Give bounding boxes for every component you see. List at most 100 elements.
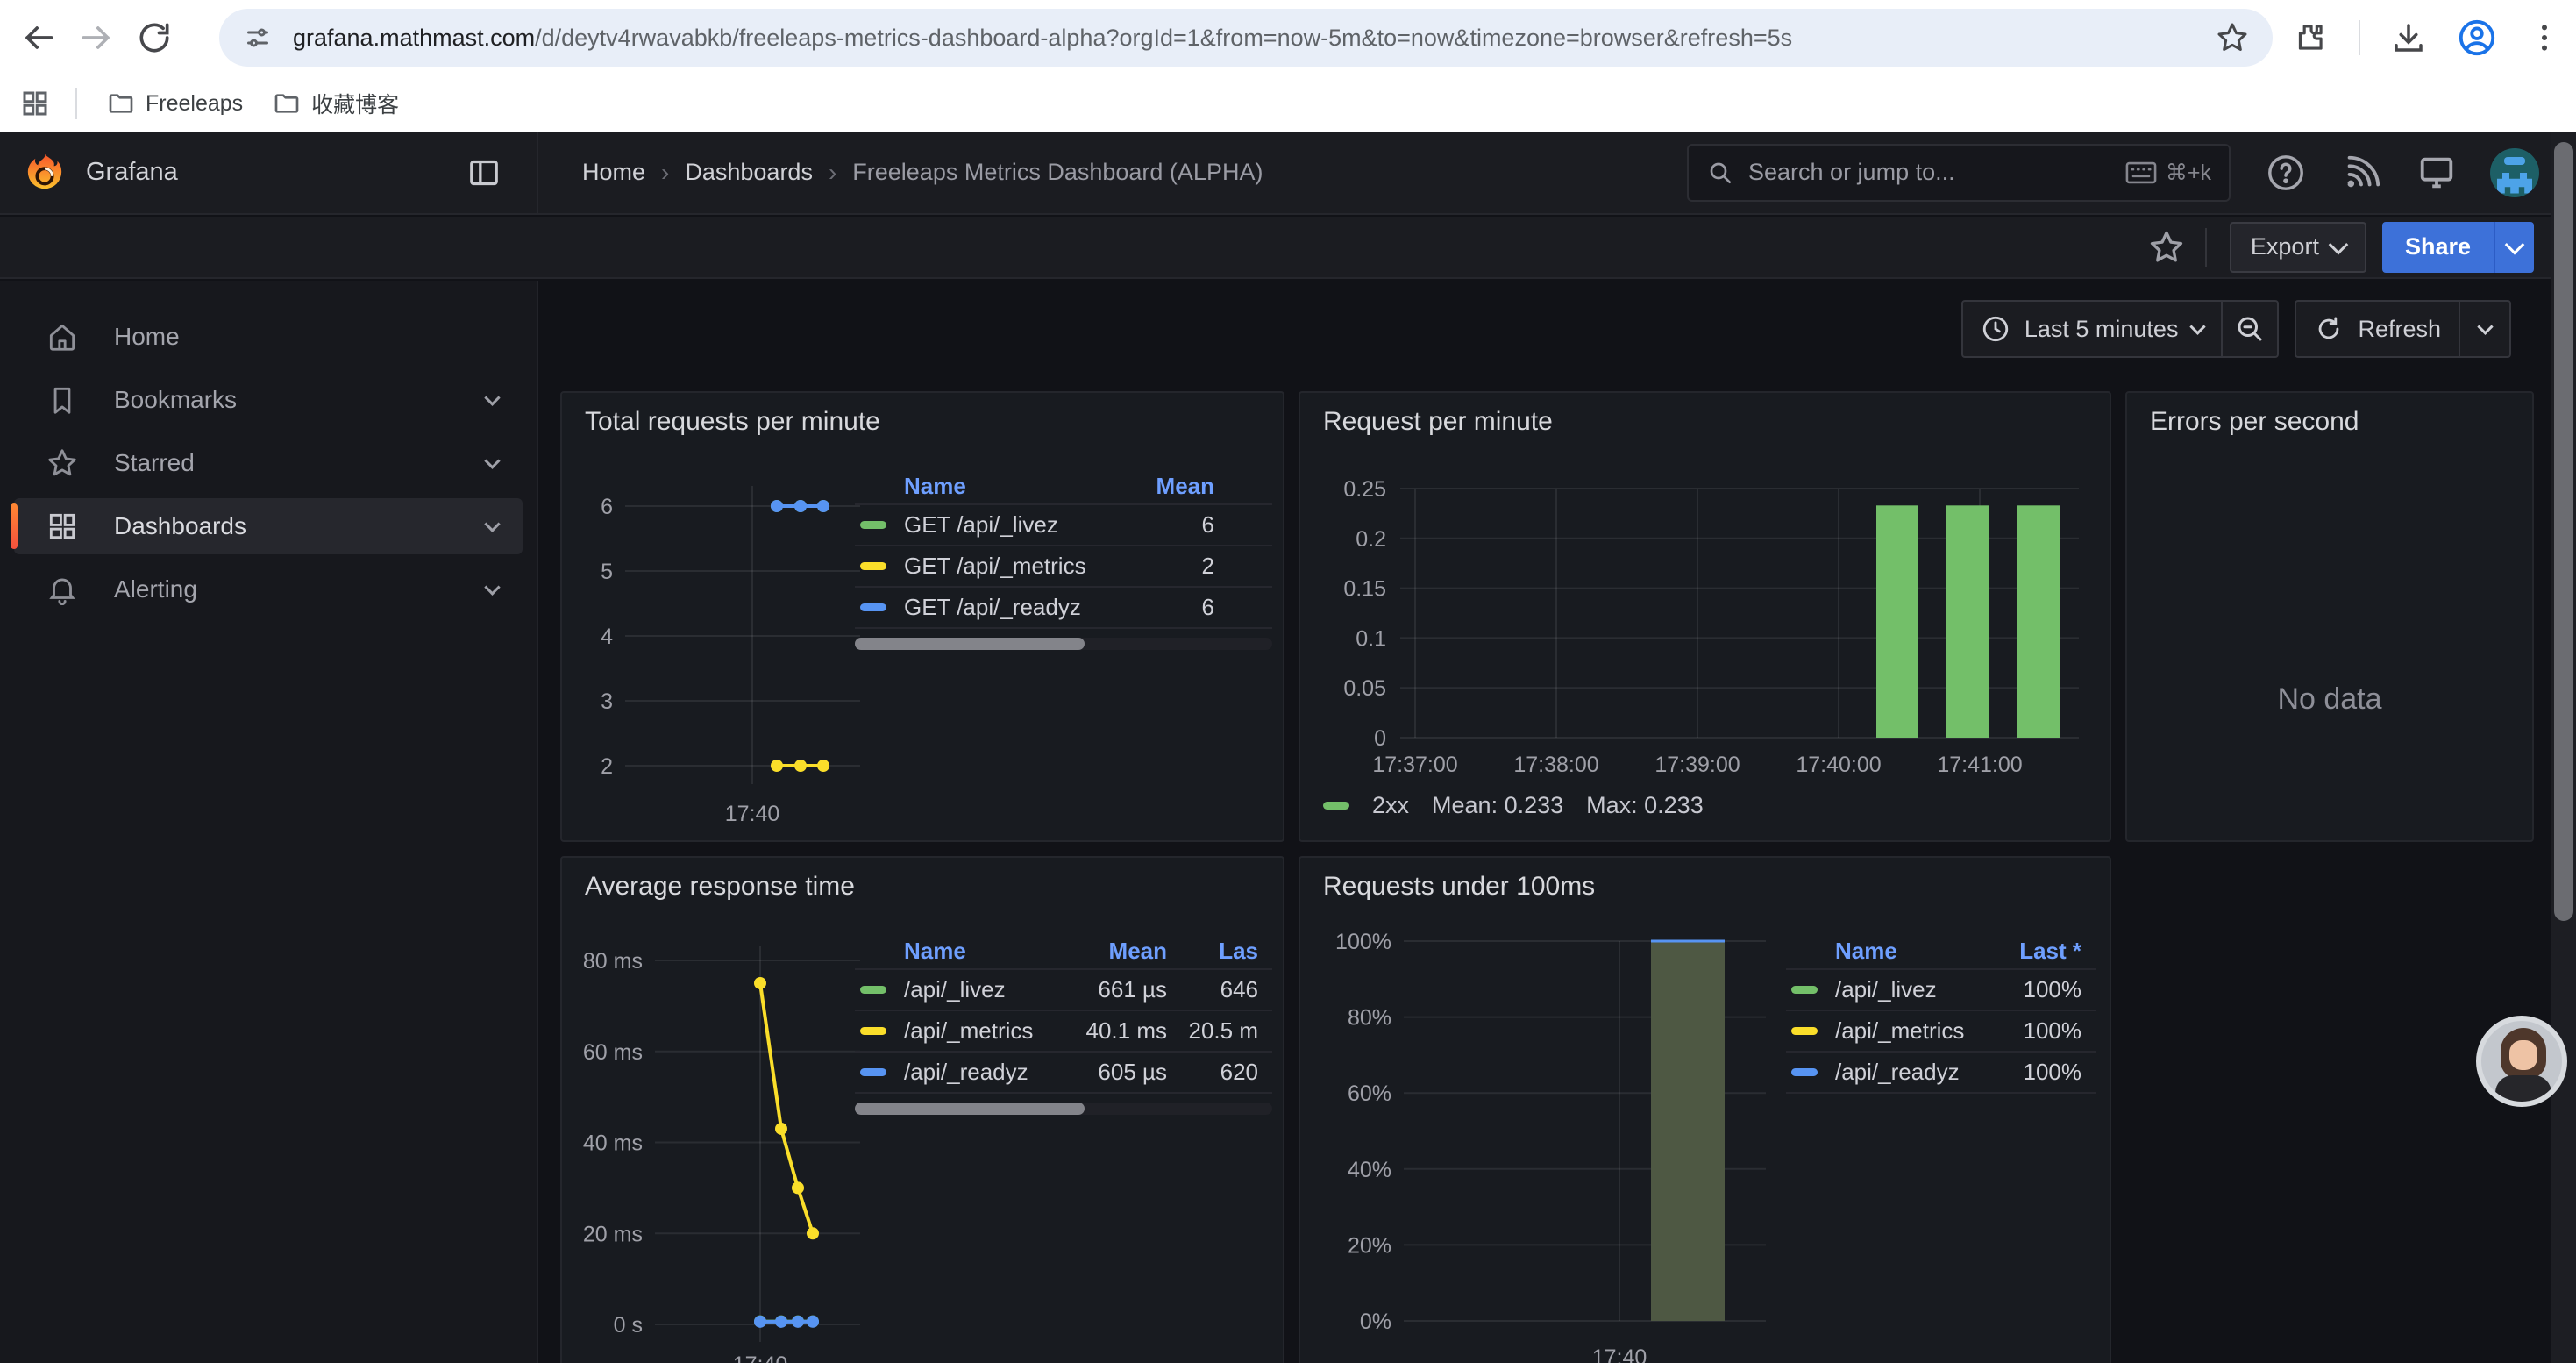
- svg-text:0 s: 0 s: [614, 1313, 643, 1338]
- legend-hscrollbar[interactable]: [855, 638, 1272, 650]
- legend-hscrollbar[interactable]: [855, 1103, 1272, 1115]
- bookmark-folder-freeleaps[interactable]: Freeleaps: [107, 89, 243, 118]
- sidebar-item-starred[interactable]: Starred: [14, 435, 523, 491]
- legend-table: NameMeanGET /api/_livez6GET /api/_metric…: [855, 468, 1272, 650]
- chevron-down-icon: [2329, 234, 2349, 254]
- legend-row[interactable]: GET /api/_metrics2: [855, 546, 1272, 588]
- extensions-icon[interactable]: [2292, 19, 2329, 56]
- user-avatar[interactable]: [2490, 148, 2539, 197]
- legend-column-header[interactable]: Name: [904, 473, 1109, 500]
- panel-request-per-minute: Request per minute 0.250.20.150.10.05017…: [1299, 391, 2111, 842]
- downloads-icon[interactable]: [2390, 19, 2427, 56]
- bookmarks-divider: [75, 88, 77, 119]
- news-rss-icon[interactable]: [2341, 153, 2381, 193]
- svg-text:17:40: 17:40: [725, 802, 780, 826]
- panel-total-requests-per-minute: Total requests per minute 6543217:40 Nam…: [560, 391, 1284, 842]
- floating-assistant-avatar[interactable]: [2476, 1016, 2567, 1107]
- scrollbar-thumb[interactable]: [2554, 142, 2573, 921]
- page-scrollbar: [2551, 132, 2576, 1363]
- sidebar-item-label: Starred: [114, 449, 195, 477]
- svg-text:20 ms: 20 ms: [583, 1222, 643, 1246]
- bookmark-label: Freeleaps: [146, 91, 243, 117]
- bookmarks-bar: Freeleaps 收藏博客: [0, 75, 2576, 132]
- site-settings-icon[interactable]: [242, 22, 274, 54]
- time-range-picker[interactable]: Last 5 minutes: [1963, 302, 2222, 356]
- grafana-app: Grafana Home › Dashboards › Freeleaps Me…: [0, 132, 2551, 1363]
- monitor-icon[interactable]: [2416, 153, 2457, 193]
- grid-icon: [46, 510, 79, 543]
- legend-header: NameMean: [855, 468, 1272, 505]
- zoom-out-button[interactable]: [2223, 302, 2277, 356]
- series-max: Max: 0.233: [1586, 792, 1704, 819]
- refresh-button[interactable]: Refresh: [2296, 302, 2459, 356]
- menu-kebab-icon[interactable]: [2527, 20, 2562, 55]
- sidebar-item-home[interactable]: Home: [14, 309, 523, 365]
- legend-cell: /api/_readyz: [904, 1059, 1062, 1086]
- breadcrumb-home[interactable]: Home: [582, 159, 645, 186]
- refresh-group: Refresh: [2295, 300, 2511, 358]
- svg-text:6: 6: [601, 495, 613, 519]
- chart-canvas[interactable]: 6543217:40: [574, 468, 864, 854]
- legend-column-header[interactable]: Mean: [1109, 473, 1214, 500]
- refresh-icon: [2314, 314, 2344, 344]
- legend-row[interactable]: /api/_metrics100%: [1786, 1011, 2096, 1053]
- grafana-logo[interactable]: [25, 153, 65, 193]
- share-button[interactable]: Share: [2382, 222, 2494, 273]
- legend-column-header[interactable]: Name: [1835, 938, 1994, 965]
- search-input[interactable]: Search or jump to... ⌘+k: [1687, 144, 2231, 202]
- sidebar-item-bookmarks[interactable]: Bookmarks: [14, 372, 523, 428]
- favorite-star-icon[interactable]: [2147, 228, 2186, 267]
- back-icon[interactable]: [19, 18, 58, 57]
- export-button[interactable]: Export: [2230, 222, 2366, 273]
- folder-icon: [107, 89, 135, 118]
- chart-canvas[interactable]: 0.250.20.150.10.05017:37:0017:38:0017:39…: [1323, 463, 2090, 796]
- legend-row[interactable]: GET /api/_readyz6: [855, 588, 1272, 629]
- legend-column-header[interactable]: Las: [1167, 938, 1258, 965]
- panel-title: Average response time: [585, 872, 855, 902]
- series-mean: Mean: 0.233: [1432, 792, 1563, 819]
- sidebar-item-alerting[interactable]: Alerting: [14, 561, 523, 617]
- legend-column-header[interactable]: Last *: [1994, 938, 2081, 965]
- legend-cell: 2: [1109, 553, 1214, 580]
- series-color-pill: [860, 1027, 886, 1035]
- legend-cell: 100%: [1994, 1059, 2081, 1086]
- search-placeholder: Search or jump to...: [1748, 159, 1955, 186]
- grafana-header-right: Home › Dashboards › Freeleaps Metrics Da…: [538, 132, 2551, 213]
- legend-column-header[interactable]: Name: [904, 938, 1062, 965]
- url-bar[interactable]: grafana.mathmast.com/d/deytv4rwavabkb/fr…: [219, 9, 2273, 67]
- svg-text:60%: 60%: [1348, 1081, 1391, 1106]
- legend-row[interactable]: /api/_livez661 µs646: [855, 970, 1272, 1011]
- legend-row[interactable]: GET /api/_livez6: [855, 505, 1272, 546]
- breadcrumb-dashboards[interactable]: Dashboards: [685, 159, 813, 186]
- browser-chrome: grafana.mathmast.com/d/deytv4rwavabkb/fr…: [0, 0, 2576, 132]
- refresh-label: Refresh: [2358, 316, 2441, 343]
- bookmark-star-icon[interactable]: [2215, 20, 2250, 55]
- profile-icon[interactable]: [2457, 18, 2497, 58]
- chevron-down-icon: [484, 579, 500, 595]
- legend-line[interactable]: 2xx Mean: 0.233 Max: 0.233: [1323, 792, 1704, 819]
- chevron-down-icon: [2477, 318, 2493, 334]
- legend-row[interactable]: /api/_readyz605 µs620: [855, 1053, 1272, 1094]
- refresh-interval-button[interactable]: [2460, 302, 2509, 356]
- svg-text:80%: 80%: [1348, 1006, 1391, 1031]
- svg-text:3: 3: [601, 689, 613, 714]
- share-menu-button[interactable]: [2494, 222, 2534, 273]
- chart-canvas[interactable]: 80 ms60 ms40 ms20 ms0 s17:40: [574, 933, 864, 1363]
- legend-row[interactable]: /api/_livez100%: [1786, 970, 2096, 1011]
- bookmark-folder-blogs[interactable]: 收藏博客: [273, 88, 399, 119]
- help-icon[interactable]: [2266, 153, 2306, 193]
- reload-icon[interactable]: [135, 18, 174, 57]
- chart-canvas[interactable]: 100%80%60%40%20%0%17:40: [1323, 933, 1779, 1363]
- legend-column-header[interactable]: Mean: [1062, 938, 1167, 965]
- forward-icon[interactable]: [77, 18, 116, 57]
- legend-row[interactable]: /api/_metrics40.1 ms20.5 m: [855, 1011, 1272, 1053]
- home-icon: [46, 320, 79, 353]
- legend-row[interactable]: /api/_readyz100%: [1786, 1053, 2096, 1094]
- apps-grid-icon[interactable]: [19, 88, 51, 119]
- sidebar-item-dashboards[interactable]: Dashboards: [14, 498, 523, 554]
- chevron-down-icon: [484, 453, 500, 468]
- panel-requests-under-100ms: Requests under 100ms 100%80%60%40%20%0%1…: [1299, 856, 2111, 1363]
- mega-menu-toggle-icon[interactable]: [466, 155, 502, 190]
- legend-cell: GET /api/_readyz: [904, 594, 1109, 621]
- legend-cell: 100%: [1994, 976, 2081, 1003]
